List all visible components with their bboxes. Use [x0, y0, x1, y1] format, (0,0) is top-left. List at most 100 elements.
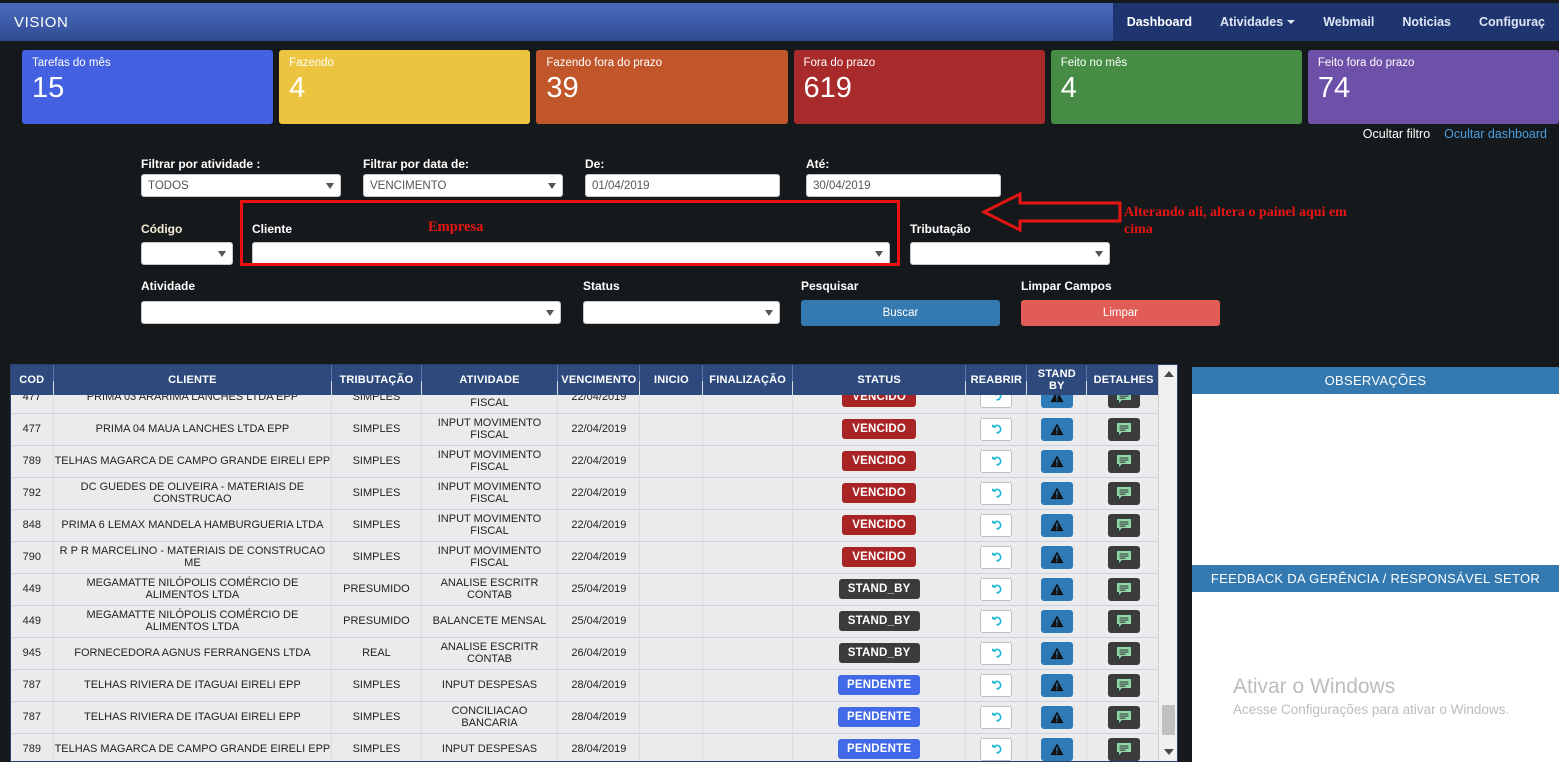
status-badge: VENCIDO	[842, 547, 917, 567]
select-cliente[interactable]	[252, 242, 890, 265]
undo-icon[interactable]	[980, 609, 1013, 633]
warning-triangle-icon[interactable]	[1040, 449, 1073, 473]
col-header-tributa--o[interactable]: TRIBUTAÇÃO	[331, 365, 422, 395]
kpi-card-value: 39	[546, 72, 579, 104]
toggle-hide-dashboard[interactable]: Ocultar dashboard	[1444, 127, 1547, 141]
col-header-reabrir[interactable]: REABRIR	[965, 365, 1028, 395]
undo-icon[interactable]	[980, 673, 1013, 697]
warning-triangle-icon[interactable]	[1040, 513, 1073, 537]
nav-item-noticias[interactable]: Noticias	[1388, 3, 1465, 41]
table-row[interactable]: 792 DC GUEDES DE OLIVEIRA - MATERIAIS DE …	[11, 477, 1161, 510]
warning-triangle-icon[interactable]	[1040, 609, 1073, 633]
undo-icon[interactable]	[980, 449, 1013, 473]
col-header-detalhes[interactable]: DETALHES	[1086, 365, 1161, 395]
nav-item-dashboard[interactable]: Dashboard	[1113, 3, 1206, 41]
warning-triangle-icon[interactable]	[1040, 481, 1073, 505]
comment-icon[interactable]	[1107, 737, 1140, 761]
undo-icon[interactable]	[980, 641, 1013, 665]
feedback-title: FEEDBACK DA GERÊNCIA / RESPONSÁVEL SETOR	[1192, 565, 1559, 592]
select-filtrar-data[interactable]: VENCIMENTO	[363, 174, 563, 197]
kpi-card-2[interactable]: Fazendo fora do prazo 39	[536, 50, 788, 124]
cell-detalhes	[1086, 445, 1161, 478]
select-filtrar-atividade[interactable]: TODOS	[141, 174, 341, 197]
undo-icon[interactable]	[980, 577, 1013, 601]
col-header-atividade[interactable]: ATIVIDADE	[421, 365, 559, 395]
limpar-button[interactable]: Limpar	[1021, 300, 1220, 326]
warning-triangle-icon[interactable]	[1040, 705, 1073, 729]
col-header-cod[interactable]: COD	[11, 365, 54, 395]
col-header-inicio[interactable]: INICIO	[639, 365, 704, 395]
scroll-down-icon[interactable]	[1159, 743, 1177, 761]
buscar-button[interactable]: Buscar	[801, 300, 1000, 326]
table-row[interactable]: 848 PRIMA 6 LEMAX MANDELA HAMBURGUERIA LT…	[11, 509, 1161, 542]
col-header-stand-by[interactable]: STAND BY	[1026, 365, 1088, 395]
select-codigo[interactable]	[141, 242, 233, 265]
undo-icon[interactable]	[980, 737, 1013, 761]
table-row[interactable]: 477 PRIMA 04 MAUA LANCHES LTDA EPP SIMPLES…	[11, 413, 1161, 446]
col-header-vencimento[interactable]: VENCIMENTO	[557, 365, 641, 395]
cell-finalizacao	[702, 413, 793, 446]
warning-triangle-icon[interactable]	[1040, 737, 1073, 761]
select-status[interactable]	[583, 301, 780, 324]
table-row[interactable]: 787 TELHAS RIVIERA DE ITAGUAI EIRELI EPP S…	[11, 701, 1161, 734]
dashboard-toggles: Ocultar filtro Ocultar dashboard	[1363, 127, 1547, 141]
nav-item-configuracoes[interactable]: Configuraç	[1465, 3, 1559, 41]
feedback-body[interactable]	[1192, 592, 1559, 762]
table-row[interactable]: 790 R P R MARCELINO - MATERIAIS DE CONSTR…	[11, 541, 1161, 574]
table-row[interactable]: 449 MEGAMATTE NILÓPOLIS COMÉRCIO DE ALIME…	[11, 573, 1161, 606]
table-row[interactable]: 789 TELHAS MAGARCA DE CAMPO GRANDE EIRELI…	[11, 445, 1161, 478]
app-root: VISION Dashboard Atividades Webmail Noti…	[0, 0, 1559, 762]
comment-icon[interactable]	[1107, 705, 1140, 729]
input-data-de[interactable]: 01/04/2019	[585, 174, 780, 197]
kpi-card-5[interactable]: Feito fora do prazo 74	[1307, 50, 1559, 124]
kpi-card-1[interactable]: Fazendo 4	[279, 50, 531, 124]
undo-icon[interactable]	[980, 417, 1013, 441]
comment-icon[interactable]	[1107, 609, 1140, 633]
nav-item-webmail[interactable]: Webmail	[1309, 3, 1388, 41]
table-row[interactable]: 787 TELHAS RIVIERA DE ITAGUAI EIRELI EPP S…	[11, 669, 1161, 702]
kpi-card-row: Tarefas do mês 15 Fazendo 4 Fazendo fora do …	[0, 50, 1559, 124]
col-header-finaliza--o[interactable]: FINALIZAÇÃO	[702, 365, 793, 395]
col-header-cliente[interactable]: CLIENTE	[53, 365, 333, 395]
kpi-card-value: 4	[1060, 72, 1077, 104]
comment-icon[interactable]	[1107, 481, 1140, 505]
toggle-hide-filter[interactable]: Ocultar filtro	[1363, 127, 1430, 141]
kpi-card-4[interactable]: Feito no mês 4	[1050, 50, 1302, 124]
col-header-status[interactable]: STATUS	[792, 365, 967, 395]
top-navbar: VISION Dashboard Atividades Webmail Noti…	[0, 3, 1559, 41]
select-atividade[interactable]	[141, 301, 561, 324]
warning-triangle-icon[interactable]	[1040, 577, 1073, 601]
comment-icon[interactable]	[1107, 513, 1140, 537]
comment-icon[interactable]	[1107, 641, 1140, 665]
scrollbar-thumb[interactable]	[1162, 705, 1175, 735]
warning-triangle-icon[interactable]	[1040, 641, 1073, 665]
undo-icon[interactable]	[980, 545, 1013, 569]
warning-triangle-icon[interactable]	[1040, 417, 1073, 441]
cell-detalhes	[1086, 413, 1161, 446]
warning-triangle-icon[interactable]	[1040, 545, 1073, 569]
table-row[interactable]: 789 TELHAS MAGARCA DE CAMPO GRANDE EIRELI…	[11, 733, 1161, 761]
comment-icon[interactable]	[1107, 545, 1140, 569]
kpi-card-3[interactable]: Fora do prazo 619	[793, 50, 1045, 124]
undo-icon[interactable]	[980, 481, 1013, 505]
comment-icon[interactable]	[1107, 449, 1140, 473]
chevron-down-icon	[1287, 20, 1296, 24]
table-vertical-scrollbar[interactable]	[1158, 365, 1177, 761]
select-tributacao[interactable]	[910, 242, 1110, 265]
kpi-card-0[interactable]: Tarefas do mês 15	[22, 50, 274, 124]
table-row[interactable]: 945 FORNECEDORA AGNUS FERRANGENS LTDA REAL…	[11, 637, 1161, 670]
comment-icon[interactable]	[1107, 673, 1140, 697]
scroll-up-icon[interactable]	[1159, 365, 1177, 383]
cell-tributacao: PRESUMIDO	[331, 605, 422, 638]
comment-icon[interactable]	[1107, 417, 1140, 441]
observacoes-body[interactable]	[1192, 394, 1559, 584]
table-row[interactable]: 449 MEGAMATTE NILÓPOLIS COMÉRCIO DE ALIME…	[11, 605, 1161, 638]
undo-icon[interactable]	[980, 705, 1013, 729]
nav-item-atividades[interactable]: Atividades	[1206, 3, 1309, 41]
cell-inicio	[639, 669, 704, 702]
warning-triangle-icon[interactable]	[1040, 673, 1073, 697]
comment-icon[interactable]	[1107, 577, 1140, 601]
undo-icon[interactable]	[980, 513, 1013, 537]
input-data-ate[interactable]: 30/04/2019	[806, 174, 1001, 197]
cell-vencimento: 25/04/2019	[557, 605, 641, 638]
